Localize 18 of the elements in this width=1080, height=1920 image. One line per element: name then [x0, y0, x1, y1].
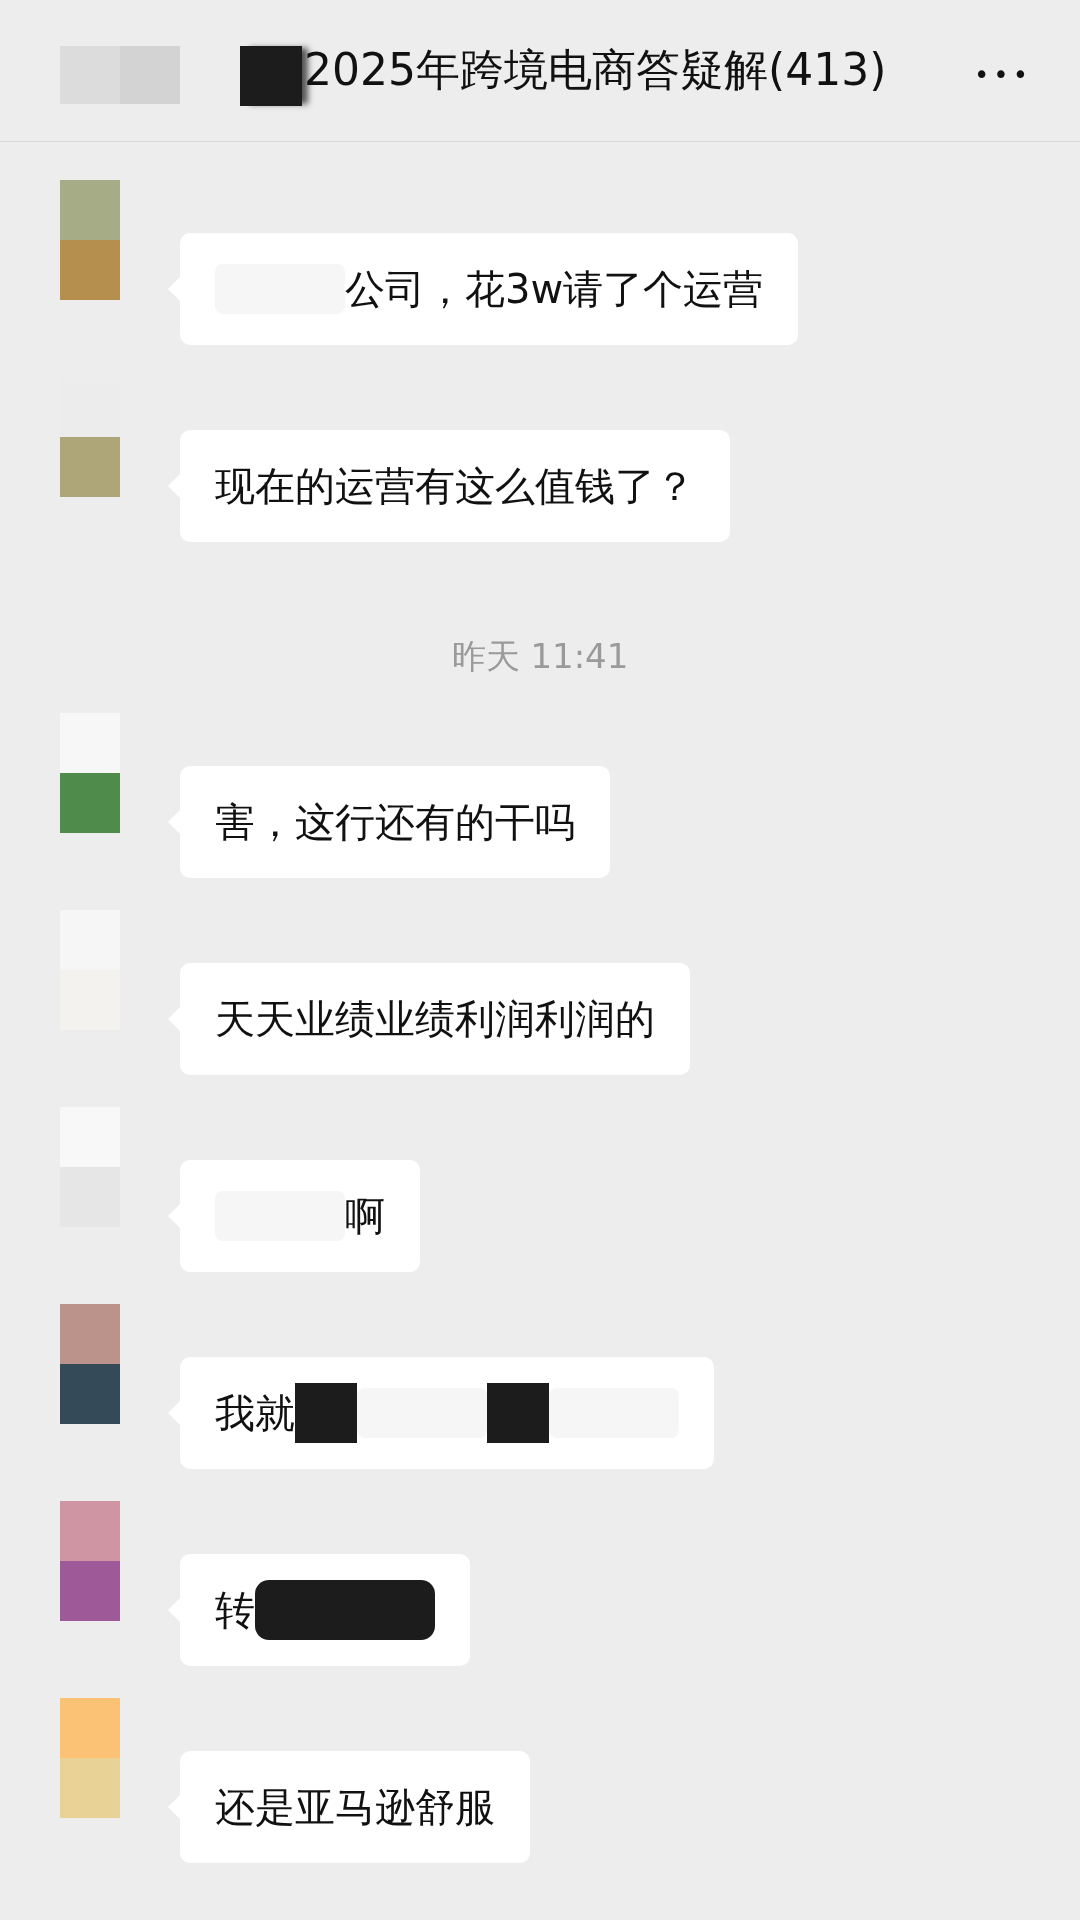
avatar[interactable]	[60, 1304, 120, 1424]
message-text: 还是亚马逊舒服	[215, 1782, 495, 1832]
message-text: 害，这行还有的干吗	[215, 797, 575, 847]
redaction-block	[240, 45, 302, 106]
chat-title: 2025年跨境电商答疑解(413)	[304, 43, 887, 97]
avatar[interactable]	[60, 713, 120, 833]
blurred-back-icon[interactable]	[60, 45, 180, 104]
redaction-block	[487, 1383, 549, 1443]
message-text: 转	[215, 1585, 255, 1635]
message-text: 公司，花3w请了个运营	[345, 264, 764, 314]
timestamp: 昨天 11:41	[451, 635, 629, 678]
avatar[interactable]	[60, 1501, 120, 1621]
message-text: 啊	[345, 1191, 385, 1241]
redaction-block	[295, 1383, 357, 1443]
message-text: 现在的运营有这么值钱了？	[215, 461, 695, 511]
message-text: 天天业绩业绩利润利润的	[215, 994, 655, 1044]
more-icon[interactable]: •••	[974, 60, 1032, 90]
message-text: 我就	[215, 1388, 295, 1438]
